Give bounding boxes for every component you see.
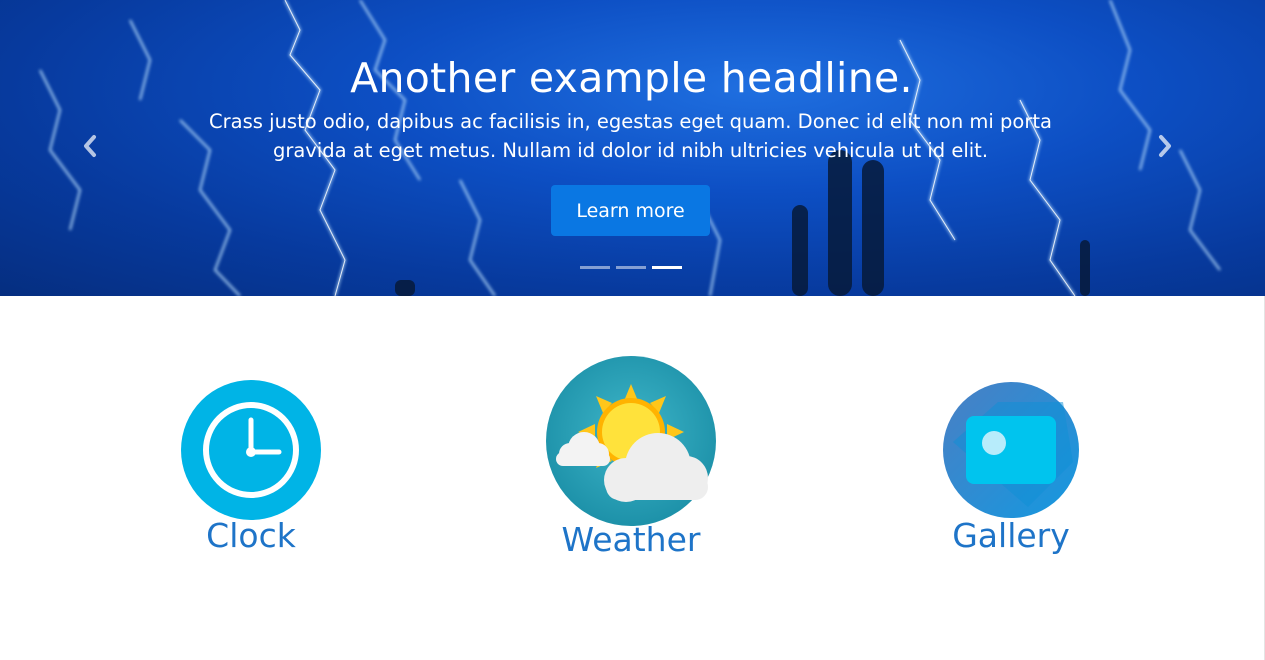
- feature-clock[interactable]: Clock: [170, 380, 332, 570]
- clock-icon: [181, 380, 321, 520]
- carousel-indicator-2[interactable]: [616, 266, 646, 269]
- gallery-icon: [943, 382, 1079, 518]
- carousel-text: Crass justo odio, dapibus ac facilisis i…: [208, 107, 1053, 165]
- feature-gallery[interactable]: Gallery: [930, 382, 1092, 572]
- carousel-indicator-1[interactable]: [580, 266, 610, 269]
- chevron-left-icon[interactable]: [80, 134, 100, 158]
- feature-label-weather: Weather: [561, 520, 701, 559]
- feature-label-clock: Clock: [206, 516, 296, 555]
- hero-carousel: Another example headline. Crass justo od…: [0, 0, 1265, 296]
- feature-label-gallery: Gallery: [952, 516, 1070, 555]
- chevron-right-icon[interactable]: [1155, 134, 1175, 158]
- feature-weather[interactable]: Weather: [540, 356, 722, 566]
- carousel-text-line-2: gravida at eget metus. Nullam id dolor i…: [272, 139, 989, 162]
- carousel-headline: Another example headline.: [350, 54, 913, 102]
- weather-icon: [546, 356, 716, 526]
- carousel-text-line-1: Crass justo odio, dapibus ac facilisis i…: [209, 110, 1052, 133]
- carousel-indicator-3[interactable]: [652, 266, 682, 269]
- feature-row: Clock Weather Gallery: [0, 296, 1265, 660]
- learn-more-button[interactable]: Learn more: [551, 185, 710, 236]
